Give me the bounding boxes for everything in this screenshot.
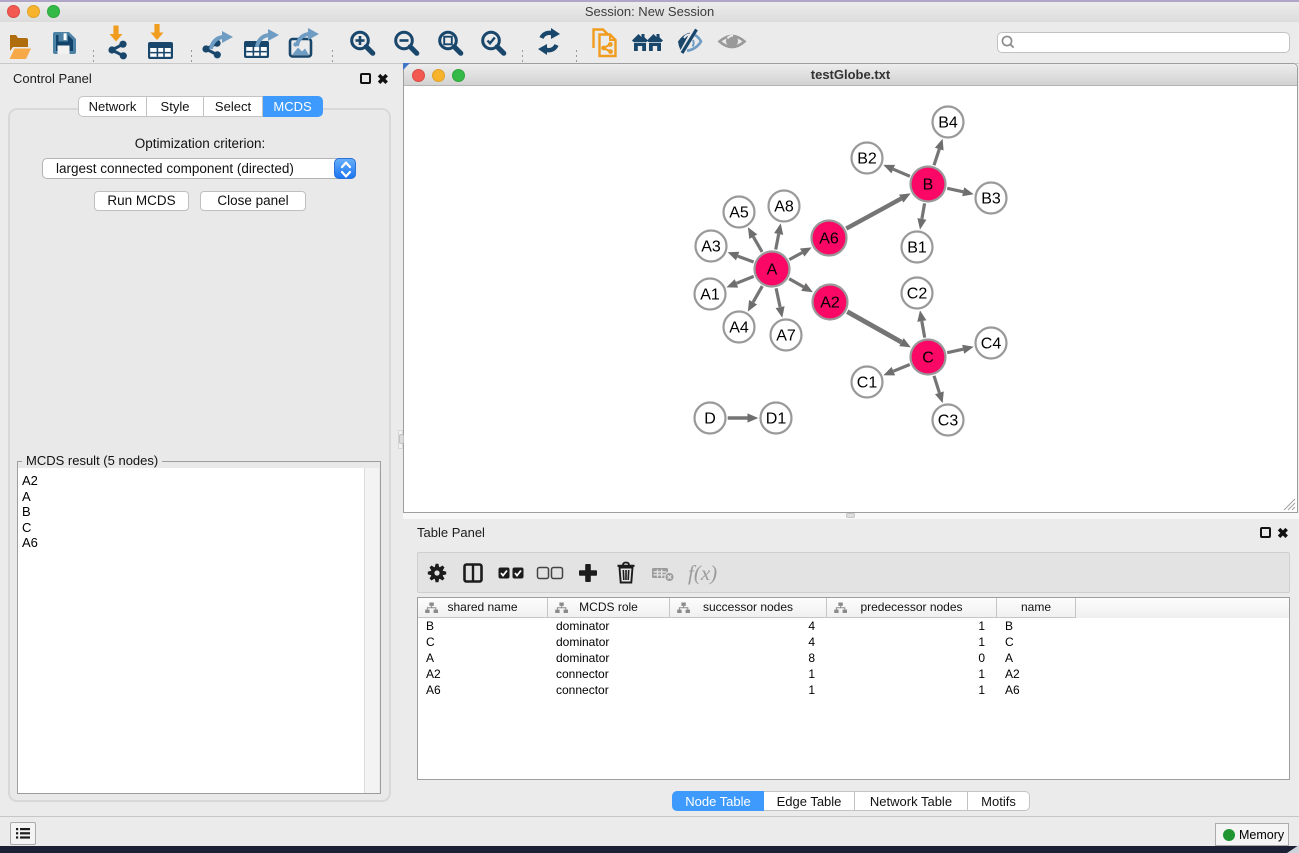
svg-text:C1: C1 <box>857 375 878 392</box>
svg-text:A1: A1 <box>700 287 720 304</box>
svg-text:A7: A7 <box>776 328 796 345</box>
svg-text:C: C <box>922 350 934 367</box>
svg-text:A6: A6 <box>819 231 839 248</box>
svg-text:D: D <box>704 411 716 428</box>
svg-text:A5: A5 <box>729 205 749 222</box>
svg-text:B4: B4 <box>938 115 958 132</box>
svg-text:D1: D1 <box>766 411 787 428</box>
svg-text:C4: C4 <box>981 336 1002 353</box>
svg-text:B2: B2 <box>857 151 877 168</box>
svg-text:A4: A4 <box>729 320 749 337</box>
svg-text:f(x): f(x) <box>688 561 717 585</box>
svg-text:C3: C3 <box>938 413 959 430</box>
svg-text:B: B <box>923 177 934 194</box>
svg-text:B3: B3 <box>981 191 1001 208</box>
svg-text:A2: A2 <box>820 295 840 312</box>
svg-text:B1: B1 <box>907 240 927 257</box>
svg-text:A8: A8 <box>774 199 794 216</box>
svg-text:C2: C2 <box>907 286 928 303</box>
svg-text:A3: A3 <box>701 239 721 256</box>
svg-text:A: A <box>767 262 778 279</box>
